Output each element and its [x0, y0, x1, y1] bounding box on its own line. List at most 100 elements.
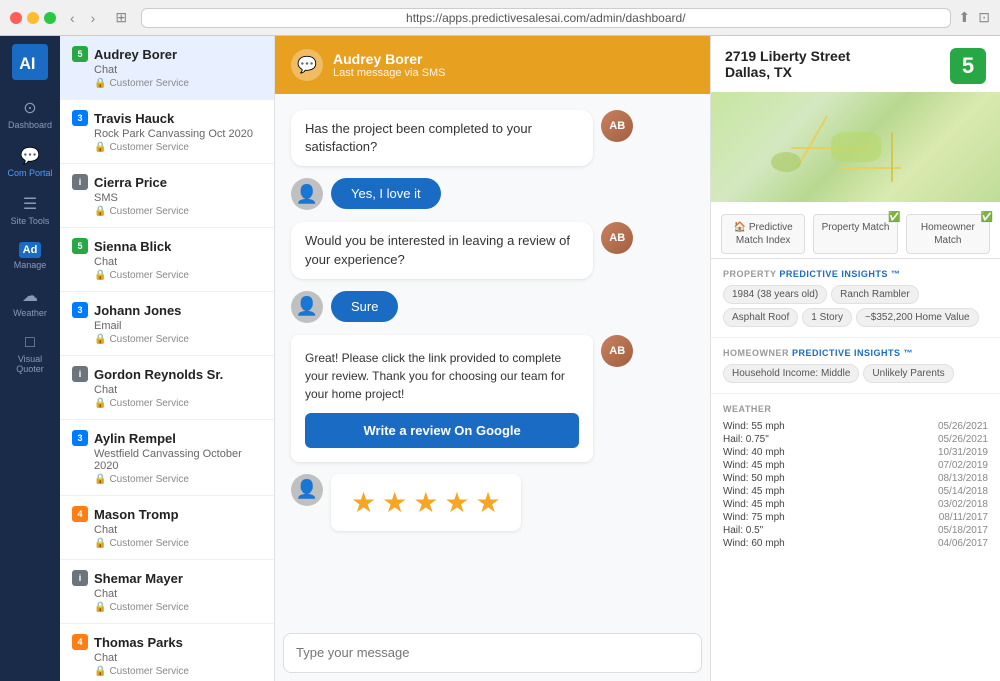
weather-event-text: Wind: 45 mph — [723, 499, 785, 510]
visual-quoter-icon: □ — [25, 334, 35, 352]
customer-reply-button[interactable]: Yes, I love it — [331, 178, 441, 209]
homeowner-insights-brand: PREDICTIVE INSIGHTS ™ — [792, 348, 913, 358]
message-row: Has the project been completed to your s… — [291, 110, 694, 166]
weather-event-8: Wind: 75 mph 08/11/2017 — [723, 511, 988, 524]
contact-name: Thomas Parks — [94, 635, 183, 650]
sidebar-item-com-portal[interactable]: 💬 Com Portal — [0, 140, 60, 184]
homeowner-tags: Household Income: Middle Unlikely Parent… — [723, 364, 988, 383]
chat-messages: Has the project been completed to your s… — [275, 94, 710, 625]
property-address: 2719 Liberty Street Dallas, TX — [725, 48, 850, 80]
contact-sub: Chat — [94, 64, 262, 76]
svg-text:AI: AI — [19, 55, 35, 73]
tag-income: Household Income: Middle — [723, 364, 859, 383]
customer-sure-button[interactable]: Sure — [331, 291, 398, 322]
contact-item-gordon-reynolds[interactable]: i Gordon Reynolds Sr. Chat 🔒 Customer Se… — [60, 356, 274, 420]
weather-event-date: 05/26/2021 — [938, 421, 988, 432]
message-bubble: Would you be interested in leaving a rev… — [291, 222, 593, 278]
score-badge: 5 — [950, 48, 986, 84]
sidebar-item-label: Dashboard — [8, 120, 52, 130]
contact-badge: 4 — [72, 506, 88, 522]
contact-item-sienna-blick[interactable]: 5 Sienna Blick Chat 🔒 Customer Service — [60, 228, 274, 292]
chat-input-area — [283, 633, 702, 673]
write-review-button[interactable]: Write a review On Google — [305, 413, 579, 448]
chat-input[interactable] — [296, 645, 689, 660]
manage-icon: Ad — [19, 242, 42, 258]
star-4: ★ — [444, 486, 469, 519]
contact-item-thomas-parks[interactable]: 4 Thomas Parks Chat 🔒 Customer Service — [60, 624, 274, 681]
tab-homeowner-match[interactable]: ✅ Homeowner Match — [906, 214, 990, 254]
weather-event-6: Wind: 45 mph 05/14/2018 — [723, 485, 988, 498]
contact-badge: 3 — [72, 302, 88, 318]
sidebar-item-label: Manage — [14, 260, 47, 270]
weather-event-text: Wind: 45 mph — [723, 460, 785, 471]
weather-section: WEATHER Wind: 55 mph 05/26/2021 Hail: 0.… — [711, 394, 1000, 560]
dashboard-icon: ⊙ — [23, 98, 36, 118]
weather-event-text: Wind: 40 mph — [723, 447, 785, 458]
share-button[interactable]: ⬆ — [959, 9, 971, 26]
contact-item-aylin-rempel[interactable]: 3 Aylin Rempel Westfield Canvassing Octo… — [60, 420, 274, 496]
minimize-button[interactable] — [27, 12, 39, 24]
contact-item-travis-hauck[interactable]: 3 Travis Hauck Rock Park Canvassing Oct … — [60, 100, 274, 164]
contact-name: Audrey Borer — [94, 47, 177, 62]
property-insights-title: PROPERTY PREDICTIVE INSIGHTS ™ — [723, 269, 988, 279]
tag-stories: 1 Story — [802, 308, 852, 327]
tag-roof: Asphalt Roof — [723, 308, 798, 327]
contact-item-audrey-borer[interactable]: 5 Audrey Borer Chat 🔒 Customer Service — [60, 36, 274, 100]
fullscreen-button[interactable]: ⊡ — [978, 9, 990, 26]
homeowner-insights-title: HOMEOWNER PREDICTIVE INSIGHTS ™ — [723, 348, 988, 358]
contact-item-mason-tromp[interactable]: 4 Mason Tromp Chat 🔒 Customer Service — [60, 496, 274, 560]
weather-event-date: 05/26/2021 — [938, 434, 988, 445]
chat-contact-name: Audrey Borer — [333, 51, 446, 67]
contact-type: 🔒 Customer Service — [94, 270, 262, 281]
url-bar[interactable]: https://apps.predictivesalesai.com/admin… — [141, 8, 950, 28]
tag-value: ~$352,200 Home Value — [856, 308, 979, 327]
avatar: AB — [601, 110, 633, 142]
message-row: Great! Please click the link provided to… — [291, 335, 694, 462]
tag-year: 1984 (38 years old) — [723, 285, 827, 304]
weather-event-date: 08/11/2017 — [939, 512, 988, 523]
message-bubble: Has the project been completed to your s… — [291, 110, 593, 166]
sidebar-item-dashboard[interactable]: ⊙ Dashboard — [0, 92, 60, 136]
chat-header: 💬 Audrey Borer Last message via SMS — [275, 36, 710, 94]
weather-event-4: Wind: 45 mph 07/02/2019 — [723, 459, 988, 472]
contact-item-johann-jones[interactable]: 3 Johann Jones Email 🔒 Customer Service — [60, 292, 274, 356]
sidebar-item-visual-quoter[interactable]: □ Visual Quoter — [0, 328, 60, 380]
weather-event-5: Wind: 50 mph 08/13/2018 — [723, 472, 988, 485]
chat-header-icon: 💬 — [291, 49, 323, 81]
message-row: 👤 Yes, I love it — [291, 178, 694, 210]
contact-type: 🔒 Customer Service — [94, 398, 262, 409]
avatar: 👤 — [291, 474, 323, 506]
message-text: Would you be interested in leaving a rev… — [305, 233, 570, 266]
contact-badge: i — [72, 174, 88, 190]
browser-chrome: ‹ › ⊞ https://apps.predictivesalesai.com… — [0, 0, 1000, 36]
weather-event-date: 10/31/2019 — [938, 447, 988, 458]
sidebar-item-weather[interactable]: ☁ Weather — [0, 280, 60, 324]
property-insights-section: PROPERTY PREDICTIVE INSIGHTS ™ 1984 (38 … — [711, 259, 1000, 338]
weather-event-9: Hail: 0.5" 05/18/2017 — [723, 524, 988, 537]
weather-event-text: Wind: 55 mph — [723, 421, 785, 432]
sidebar-item-label: Site Tools — [11, 216, 50, 226]
weather-title: WEATHER — [723, 404, 988, 414]
sidebar-item-manage[interactable]: Ad Manage — [0, 236, 60, 276]
contact-name: Travis Hauck — [94, 111, 174, 126]
weather-event-text: Hail: 0.75" — [723, 434, 769, 445]
sidebar-item-label: Com Portal — [7, 168, 52, 178]
close-button[interactable] — [10, 12, 22, 24]
sidebar-item-site-tools[interactable]: ☰ Site Tools — [0, 188, 60, 232]
tab-property-match[interactable]: ✅ Property Match — [813, 214, 897, 254]
avatar: 👤 — [291, 291, 323, 323]
forward-button[interactable]: › — [85, 8, 102, 28]
star-2: ★ — [382, 486, 407, 519]
contact-badge: i — [72, 570, 88, 586]
contact-item-shemar-mayer[interactable]: i Shemar Mayer Chat 🔒 Customer Service — [60, 560, 274, 624]
chat-contact-sub: Last message via SMS — [333, 67, 446, 79]
insights-brand: PREDICTIVE INSIGHTS ™ — [779, 269, 900, 279]
contact-item-cierra-price[interactable]: i Cierra Price SMS 🔒 Customer Service — [60, 164, 274, 228]
tab-predictive-match-index[interactable]: 🏠 PredictiveMatch Index — [721, 214, 805, 254]
back-button[interactable]: ‹ — [64, 8, 81, 28]
contact-sidebar: 5 Audrey Borer Chat 🔒 Customer Service 3… — [60, 36, 275, 681]
sidebar-toggle-button[interactable]: ⊞ — [109, 7, 133, 28]
weather-event-date: 07/02/2019 — [938, 460, 988, 471]
maximize-button[interactable] — [44, 12, 56, 24]
contact-type: 🔒 Customer Service — [94, 602, 262, 613]
